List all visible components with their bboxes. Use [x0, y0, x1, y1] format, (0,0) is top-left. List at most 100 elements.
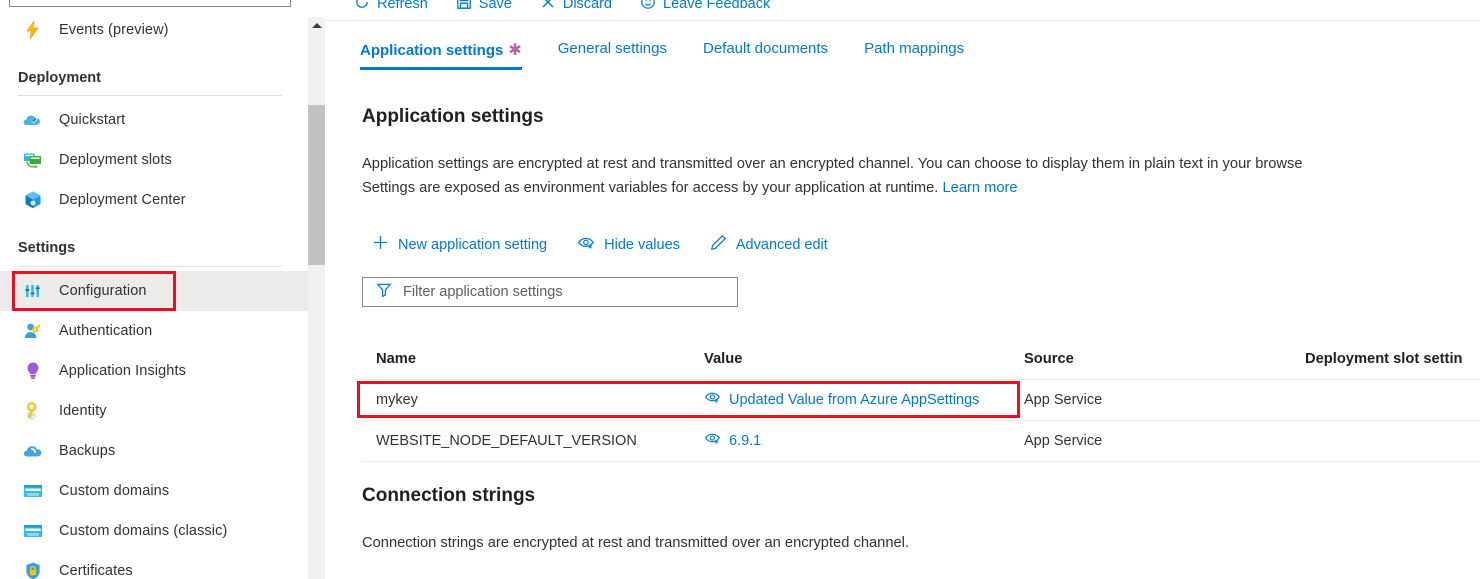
table-row[interactable]: mykey Updated Value from Azure AppSettin… [362, 379, 1480, 420]
sidebar-item-label: Authentication [59, 323, 153, 339]
authentication-user-key-icon [22, 320, 44, 342]
sidebar-item-label: Custom domains (classic) [59, 523, 228, 539]
application-settings-description-line1: Application settings are encrypted at re… [362, 156, 1303, 172]
custom-domains-www-icon: www [22, 520, 44, 542]
unsaved-changes-marker: ✱ [508, 42, 522, 59]
eye-hidden-icon [577, 235, 595, 255]
command-bar: Refresh Save Discard Leave Feedback [326, 0, 1480, 20]
sidebar-item-deployment-center[interactable]: 1 Deployment Center [0, 180, 308, 220]
sidebar-group-header-deployment: Deployment [18, 70, 101, 86]
setting-name: WEBSITE_NODE_DEFAULT_VERSION [376, 432, 637, 449]
column-header-value[interactable]: Value [704, 351, 742, 367]
sidebar-item-label: Configuration [59, 283, 147, 299]
tab-label: General settings [557, 40, 667, 57]
setting-source: App Service [1024, 391, 1103, 408]
sidebar-item-label: Identity [59, 403, 107, 419]
new-application-setting-button[interactable]: New application setting [372, 234, 547, 255]
sidebar-scrollbar-track[interactable] [308, 17, 325, 579]
setting-value-cell[interactable]: 6.9.1 [704, 431, 761, 451]
sidebar-group-divider [18, 266, 282, 267]
action-label: Advanced edit [735, 236, 828, 253]
certificates-shield-lock-icon [22, 560, 44, 579]
sidebar-item-label: Quickstart [59, 112, 126, 128]
column-header-source[interactable]: Source [1024, 351, 1074, 367]
deployment-slots-icon [22, 149, 44, 171]
custom-domains-www-icon: www [22, 480, 44, 502]
sidebar-item-label: Custom domains [59, 483, 170, 499]
tab-path-mappings[interactable]: Path mappings [864, 40, 964, 67]
setting-value-cell[interactable]: Updated Value from Azure AppSettings [704, 390, 979, 410]
hide-values-button[interactable]: Hide values [577, 235, 680, 255]
description-text: Settings are exposed as environment vari… [362, 180, 939, 196]
sidebar-item-label: Certificates [59, 563, 133, 579]
sidebar-item-identity[interactable]: Identity [0, 391, 308, 431]
sidebar-search-input[interactable] [9, 0, 291, 7]
svg-text:1: 1 [32, 201, 34, 205]
setting-name: mykey [376, 391, 418, 408]
sidebar-item-events-preview[interactable]: Events (preview) [0, 10, 308, 50]
advanced-edit-button[interactable]: Advanced edit [710, 234, 828, 255]
sidebar-item-backups[interactable]: Backups [0, 431, 308, 471]
tab-label: Path mappings [864, 40, 965, 57]
pencil-edit-icon [710, 234, 727, 255]
sidebar-item-label: Deployment Center [59, 192, 186, 208]
sidebar-group-header-settings: Settings [18, 240, 76, 256]
discard-icon [540, 0, 556, 14]
learn-more-link[interactable]: Learn more [942, 180, 1017, 196]
action-label: Hide values [604, 236, 680, 253]
configuration-sliders-icon [22, 280, 44, 302]
sidebar-item-quickstart[interactable]: Quickstart [0, 100, 308, 140]
connection-strings-heading: Connection strings [362, 485, 536, 506]
sidebar-item-application-insights[interactable]: Application Insights [0, 351, 308, 391]
sidebar-item-label: Deployment slots [59, 152, 172, 168]
action-label: New application setting [398, 236, 548, 253]
refresh-icon [354, 0, 370, 14]
sidebar-item-custom-domains[interactable]: www Custom domains [0, 471, 308, 511]
filter-application-settings-input[interactable]: Filter application settings [362, 277, 738, 307]
connection-strings-description: Connection strings are encrypted at rest… [362, 535, 910, 551]
sidebar-item-label: Backups [59, 443, 116, 459]
sidebar-item-deployment-slots[interactable]: Deployment slots [0, 140, 308, 180]
discard-button[interactable]: Discard [540, 0, 612, 14]
eye-hidden-icon [704, 431, 721, 451]
table-row-divider [362, 461, 1480, 462]
column-header-deployment-slot-setting[interactable]: Deployment slot settin [1305, 351, 1463, 367]
application-settings-action-bar: New application setting Hide values Adva… [372, 234, 858, 255]
setting-value-link[interactable]: 6.9.1 [729, 433, 761, 449]
save-icon [456, 0, 472, 14]
tab-label: Application settings [360, 42, 504, 59]
plus-icon [372, 234, 389, 255]
column-header-name[interactable]: Name [376, 351, 416, 367]
save-button[interactable]: Save [456, 0, 512, 14]
filter-funnel-icon [376, 282, 392, 303]
setting-source: App Service [1024, 432, 1103, 449]
application-insights-bulb-icon [22, 360, 44, 382]
command-label: Refresh [377, 0, 428, 12]
command-label: Discard [562, 0, 612, 12]
sidebar-item-certificates[interactable]: Certificates [0, 551, 308, 579]
command-label: Save [478, 0, 512, 12]
application-settings-heading: Application settings [362, 106, 544, 127]
deployment-center-cube-icon: 1 [22, 189, 44, 211]
table-row[interactable]: WEBSITE_NODE_DEFAULT_VERSION 6.9.1 App S… [362, 420, 1480, 461]
identity-key-icon [22, 400, 44, 422]
tab-general-settings[interactable]: General settings [558, 40, 667, 67]
lightning-bolt-icon [22, 19, 44, 41]
setting-value-link[interactable]: Updated Value from Azure AppSettings [729, 392, 979, 408]
refresh-button[interactable]: Refresh [354, 0, 428, 14]
sidebar-scrollbar-thumb[interactable] [308, 105, 325, 265]
sidebar-item-custom-domains-classic[interactable]: www Custom domains (classic) [0, 511, 308, 551]
application-settings-description-line2: Settings are exposed as environment vari… [362, 176, 1018, 201]
command-label: Leave Feedback [663, 0, 771, 12]
tab-default-documents[interactable]: Default documents [703, 40, 828, 67]
sidebar-scroll-up-arrow-icon[interactable] [308, 17, 325, 34]
settings-tabs: Application settings ✱ General settings D… [360, 40, 1000, 74]
sidebar-item-authentication[interactable]: Authentication [0, 311, 308, 351]
tab-label: Default documents [702, 40, 829, 57]
cloud-rocket-icon [22, 109, 44, 131]
sidebar-item-label: Events (preview) [59, 22, 169, 38]
tab-application-settings[interactable]: Application settings ✱ [360, 40, 522, 70]
leave-feedback-button[interactable]: Leave Feedback [640, 0, 770, 14]
filter-placeholder: Filter application settings [403, 284, 563, 300]
sidebar-item-configuration[interactable]: Configuration [0, 271, 308, 311]
